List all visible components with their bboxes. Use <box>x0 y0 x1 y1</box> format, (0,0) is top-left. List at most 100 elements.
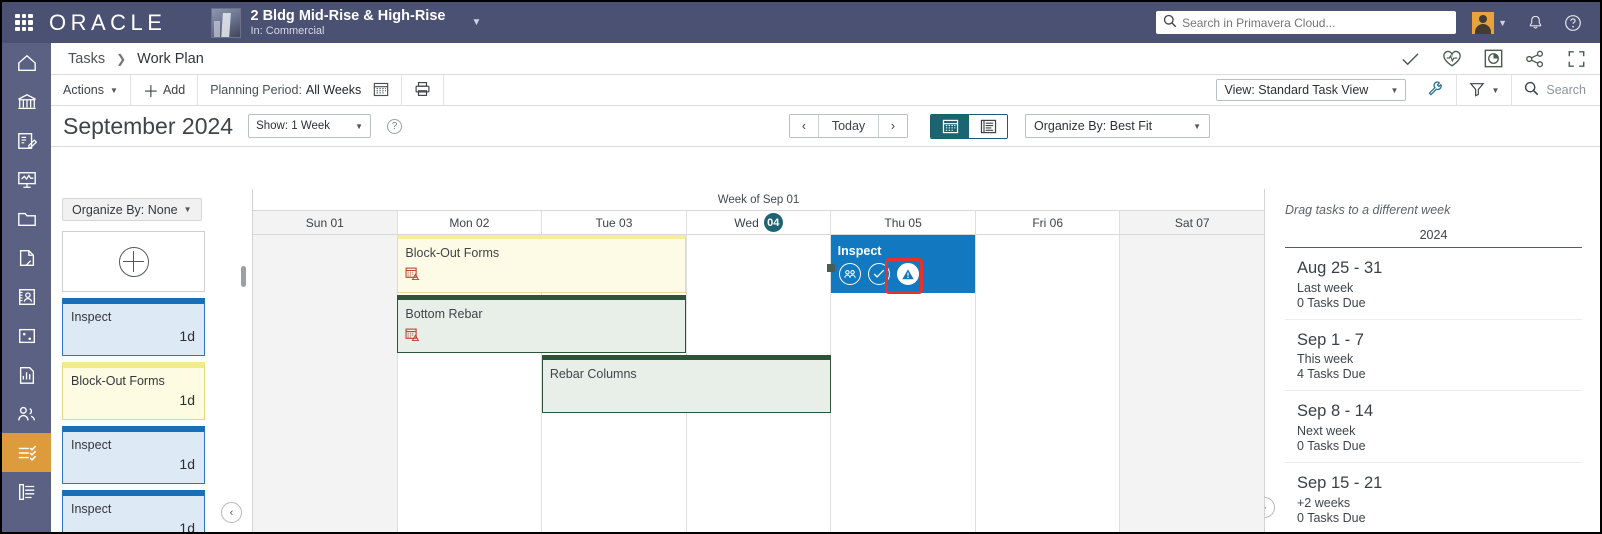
list-view-toggle[interactable] <box>969 114 1007 138</box>
planning-period-selector[interactable]: Planning Period: All Weeks <box>198 74 403 106</box>
work-plan-toolbar: Actions ▼ ＋ Add Planning Period: All Wee… <box>51 74 1600 106</box>
today-button[interactable]: Today <box>818 115 879 137</box>
app-launcher-icon[interactable] <box>15 13 33 32</box>
task-bar-block-out-forms[interactable]: Block-Out Forms <box>397 235 687 293</box>
sidebar-item-documents[interactable] <box>2 472 51 511</box>
day-header-wed-today[interactable]: Wed 04 <box>687 211 832 234</box>
user-avatar[interactable] <box>1472 11 1495 34</box>
week-tasks-due: 4 Tasks Due <box>1297 367 1366 382</box>
complete-check-icon[interactable] <box>867 263 890 285</box>
sidebar-item-tasks[interactable] <box>2 433 51 472</box>
day-header-tue[interactable]: Tue 03 <box>542 211 687 234</box>
user-menu[interactable]: ▼ <box>1472 11 1507 34</box>
task-bars-layer: Block-Out Forms Bottom Rebar Rebar Colum… <box>253 235 1264 532</box>
search-input[interactable] <box>1182 15 1450 30</box>
week-list-item[interactable]: Sep 15 - 21 +2 weeks 0 Tasks Due <box>1285 463 1582 532</box>
task-panel-scrollbar[interactable] <box>241 266 246 287</box>
breadcrumb: Tasks ❯ Work Plan <box>51 43 1600 75</box>
global-search-box[interactable] <box>1156 11 1457 34</box>
day-label: Wed <box>734 215 759 230</box>
organize-by-none-selector[interactable]: Organize By: None ▼ <box>62 198 202 221</box>
view-selector[interactable]: View: Standard Task View ▼ <box>1216 79 1407 101</box>
sidebar-item-cost[interactable] <box>2 316 51 355</box>
sidebar-item-resources[interactable] <box>2 277 51 316</box>
day-header-thu[interactable]: Thu 05 <box>831 211 976 234</box>
view-settings-button[interactable] <box>1415 74 1458 106</box>
day-header-sat[interactable]: Sat 07 <box>1120 211 1264 234</box>
expand-right-icon[interactable]: › <box>1265 497 1275 518</box>
calendar-icon[interactable] <box>373 81 389 100</box>
dashboard-icon[interactable] <box>1484 49 1503 68</box>
help-icon[interactable] <box>1564 14 1582 32</box>
project-title: 2 Bldg Mid-Rise & High-Rise <box>250 7 446 24</box>
collapse-left-icon[interactable]: ‹ <box>221 502 242 523</box>
organize-by-label: Organize By: Best Fit <box>1034 119 1153 133</box>
project-thumbnail <box>211 7 242 38</box>
chevron-down-icon[interactable]: ▼ <box>471 17 481 28</box>
week-list-item[interactable]: Aug 25 - 31 Last week 0 Tasks Due <box>1285 248 1582 320</box>
chevron-down-icon[interactable]: ▼ <box>1498 18 1507 28</box>
chevron-down-icon: ▼ <box>110 85 118 95</box>
today-badge: 04 <box>763 213 783 232</box>
task-card[interactable]: Inspect 1d <box>62 298 205 356</box>
help-icon[interactable]: ? <box>387 118 403 134</box>
sidebar-item-scope[interactable] <box>2 121 51 160</box>
oracle-logo: ORACLE <box>49 9 167 35</box>
show-range-selector[interactable]: Show: 1 Week ▼ <box>248 114 372 138</box>
prev-week-button[interactable]: ‹ <box>790 115 818 137</box>
task-card-duration: 1d <box>179 520 195 532</box>
task-card-duration: 1d <box>179 392 195 408</box>
sidebar-item-home[interactable] <box>2 43 51 82</box>
sidebar-item-risk[interactable] <box>2 238 51 277</box>
calendar-alert-icon <box>405 327 420 346</box>
search-icon <box>1524 81 1539 99</box>
notifications-icon[interactable] <box>1527 14 1544 32</box>
week-list-item[interactable]: Sep 1 - 7 This week 4 Tasks Due <box>1285 320 1582 392</box>
sidebar-item-reports[interactable] <box>2 355 51 394</box>
task-card[interactable]: Inspect 1d <box>62 490 205 532</box>
day-header-fri[interactable]: Fri 06 <box>976 211 1121 234</box>
task-card-name: Inspect <box>71 438 112 452</box>
task-bar-inspect[interactable]: Inspect <box>826 235 976 294</box>
project-selector[interactable]: 2 Bldg Mid-Rise & High-Rise In: Commerci… <box>211 7 481 38</box>
sidebar-item-files[interactable] <box>2 199 51 238</box>
approve-check-icon[interactable] <box>1401 51 1420 67</box>
health-heart-icon[interactable] <box>1442 50 1462 68</box>
task-card-name: Inspect <box>71 310 112 324</box>
share-icon[interactable] <box>1525 50 1545 68</box>
sidebar-item-team[interactable] <box>2 394 51 433</box>
filter-button[interactable]: ▼ <box>1457 74 1513 106</box>
print-button[interactable] <box>402 74 445 106</box>
sidebar-item-portfolio[interactable] <box>2 82 51 121</box>
breadcrumb-root[interactable]: Tasks <box>68 51 105 67</box>
month-title: September 2024 <box>63 112 234 139</box>
task-bar-bottom-rebar[interactable]: Bottom Rebar <box>397 295 687 353</box>
day-header-mon[interactable]: Mon 02 <box>398 211 543 234</box>
grid-view-toggle[interactable] <box>931 114 969 138</box>
task-card[interactable]: Inspect 1d <box>62 426 205 484</box>
sidebar-item-schedule[interactable] <box>2 160 51 199</box>
organize-by-none-label: Organize By: None <box>72 202 178 217</box>
task-card[interactable]: Block-Out Forms 1d <box>62 362 205 420</box>
week-list-item[interactable]: Sep 8 - 14 Next week 0 Tasks Due <box>1285 391 1582 463</box>
task-bar-rebar-columns[interactable]: Rebar Columns <box>541 355 831 413</box>
organize-by-bestfit-selector[interactable]: Organize By: Best Fit ▼ <box>1025 114 1210 138</box>
week-range: Aug 25 - 31 <box>1297 259 1383 277</box>
day-label: Mon 02 <box>449 215 490 230</box>
crew-icon[interactable] <box>838 263 861 285</box>
fullscreen-icon[interactable] <box>1567 50 1586 68</box>
task-bar-label: Block-Out Forms <box>405 246 500 260</box>
next-week-button[interactable]: › <box>879 115 907 137</box>
weeks-year-header: 2024 <box>1285 228 1582 248</box>
constraint-warning-icon[interactable] <box>896 263 919 285</box>
chevron-down-icon: ▼ <box>1193 121 1201 131</box>
task-bar-resize-handle[interactable] <box>826 264 835 272</box>
add-task-card[interactable] <box>62 231 205 292</box>
chevron-down-icon: ▼ <box>183 205 192 214</box>
add-button[interactable]: ＋ Add <box>131 74 199 106</box>
day-header-sun[interactable]: Sun 01 <box>253 211 398 234</box>
table-search[interactable]: Search <box>1512 81 1600 99</box>
actions-menu-button[interactable]: Actions ▼ <box>51 74 131 106</box>
week-relative: Next week <box>1297 423 1356 438</box>
plus-icon: ＋ <box>142 84 159 101</box>
